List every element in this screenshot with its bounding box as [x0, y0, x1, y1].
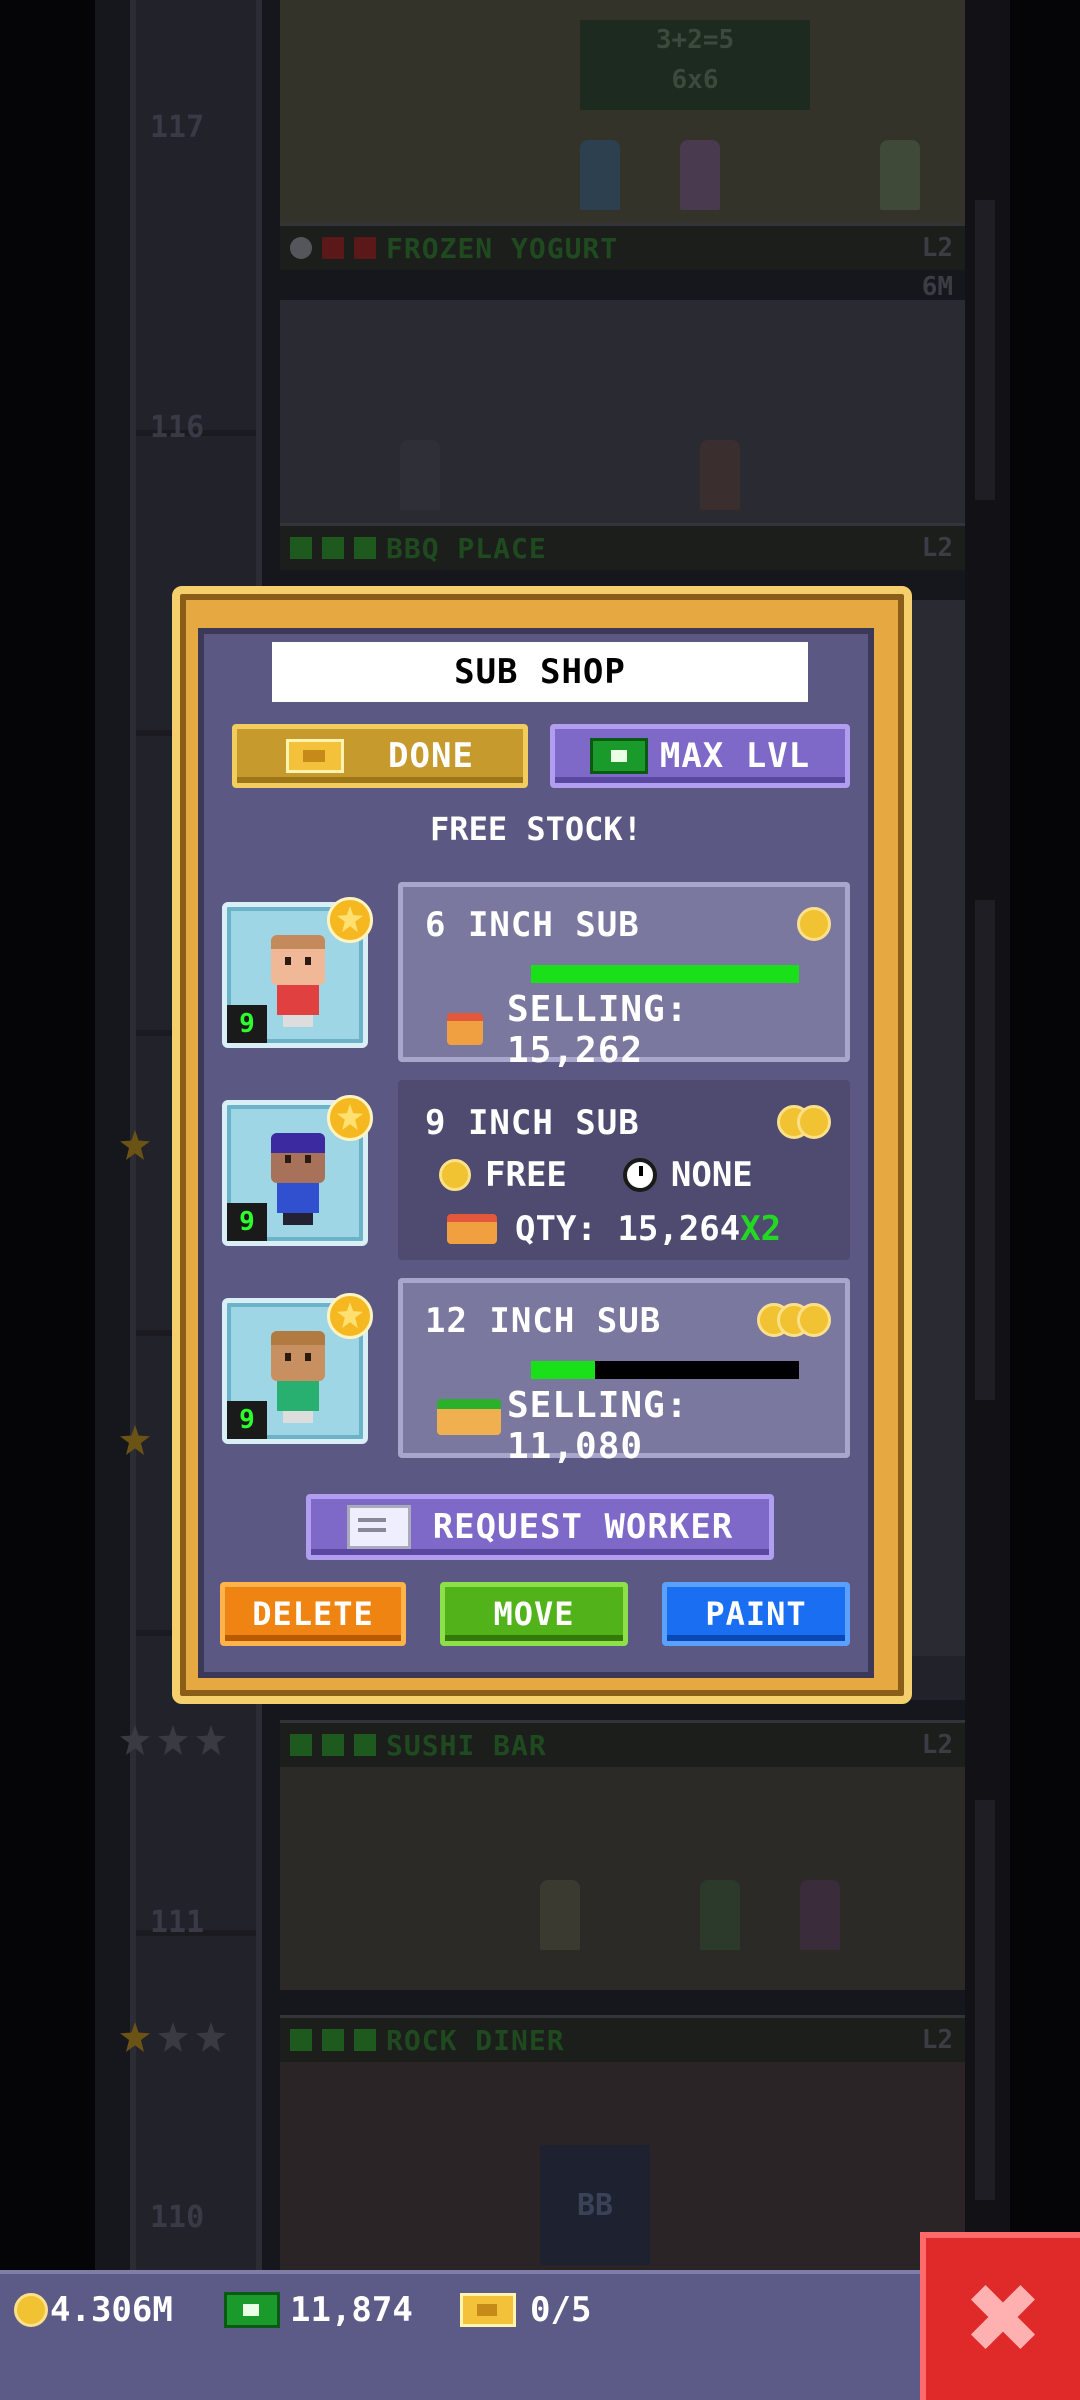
floor-level: L2 — [921, 1730, 953, 1760]
stock-item-9-inch-sub[interactable]: 9 INCH SUB FREE NONE QTY: 15,264 X2 — [398, 1080, 850, 1260]
worker-slot-3[interactable]: 9 — [222, 1293, 373, 1444]
floor-sushi-bar[interactable]: SUSHI BAR L2 — [280, 1720, 965, 1990]
coin-cost-icon — [757, 1303, 831, 1337]
floor-name: BBQ PLACE — [386, 531, 547, 565]
clock-icon — [290, 237, 312, 259]
tickets-value: 0/5 — [530, 2290, 592, 2330]
stock-time: NONE — [670, 1155, 753, 1195]
request-worker-button[interactable]: REQUEST WORKER — [306, 1494, 774, 1560]
clock-icon — [622, 1158, 657, 1192]
floor-price: 6M — [921, 272, 953, 302]
check-icon — [354, 1734, 376, 1756]
stock-progress-bar — [531, 1361, 799, 1379]
floor-rock-diner[interactable]: ROCK DINER L2 BB — [280, 2015, 965, 2270]
stock-item-6-inch-sub[interactable]: 6 INCH SUB SELLING: 15,262 — [398, 882, 850, 1071]
free-stock-label: FREE STOCK! — [430, 810, 642, 848]
worker-avatar — [271, 1331, 325, 1423]
delete-button[interactable]: DELETE — [220, 1582, 406, 1646]
sub-sandwich-icon — [447, 1013, 483, 1045]
worker-slot-1[interactable]: 9 — [222, 897, 373, 1048]
stock-name: 12 INCH SUB — [425, 1301, 662, 1341]
coins-counter: 4.306M — [14, 2290, 173, 2330]
floor-number: 111 — [150, 1905, 205, 1940]
bux-icon — [589, 738, 648, 774]
dream-job-star-icon — [327, 897, 373, 943]
check-icon — [290, 537, 312, 559]
paint-button[interactable]: PAINT — [662, 1582, 850, 1646]
worker-level: 9 — [227, 1005, 267, 1043]
sub-sandwich-icon — [437, 1399, 501, 1435]
dream-job-star-icon — [327, 1095, 373, 1141]
floor-name: FROZEN YOGURT — [386, 231, 619, 265]
stock-multiplier: X2 — [740, 1209, 782, 1249]
floor-number: 110 — [150, 2200, 205, 2235]
stock-cost: FREE — [485, 1155, 567, 1195]
floor-stars — [120, 1130, 150, 1160]
x-mark-icon — [354, 237, 376, 259]
dream-job-star-icon — [327, 1293, 373, 1339]
stock-item-12-inch-sub[interactable]: 12 INCH SUB SELLING: 11,080 — [398, 1278, 850, 1467]
chalkboard: 3+2=5 6x6 — [580, 20, 810, 110]
worker-avatar — [271, 935, 325, 1027]
floor-name: ROCK DINER — [386, 2023, 565, 2057]
coin-cost-icon — [797, 907, 831, 941]
coins-value: 4.306M — [50, 2290, 173, 2330]
stock-progress-bar — [531, 965, 799, 983]
floor-stars — [120, 1725, 226, 1755]
check-icon — [322, 2029, 344, 2051]
selling-count: SELLING: 11,080 — [507, 1385, 689, 1467]
close-icon: ✖ — [962, 2263, 1044, 2375]
worker-level: 9 — [227, 1203, 267, 1241]
check-icon — [354, 537, 376, 559]
floor-level: L2 — [921, 233, 953, 263]
stock-name: 6 INCH SUB — [425, 905, 640, 945]
bux-value: 11,874 — [290, 2290, 413, 2330]
floor-frozen-yogurt[interactable]: 3+2=5 6x6 FROZEN YOGURT L2 6M — [280, 0, 965, 302]
done-label: DONE — [388, 736, 474, 776]
ticket-icon — [286, 739, 345, 773]
floor-name-input[interactable] — [272, 642, 808, 702]
check-icon — [322, 537, 344, 559]
floor-stars — [120, 2022, 226, 2052]
bux-counter: 11,874 — [224, 2290, 413, 2330]
diner-sign: BB — [540, 2145, 650, 2265]
worker-level: 9 — [227, 1401, 267, 1439]
selling-count: SELLING: 15,262 — [507, 989, 689, 1071]
coin-cost-icon — [777, 1105, 831, 1139]
floor-number: 116 — [150, 410, 205, 445]
bux-icon — [224, 2292, 280, 2328]
stock-quantity: QTY: 15,264 — [515, 1209, 741, 1249]
check-icon — [290, 1734, 312, 1756]
floor-number: 117 — [150, 110, 205, 145]
stock-name: 9 INCH SUB — [425, 1103, 640, 1143]
tickets-counter: 0/5 — [460, 2290, 591, 2330]
max-level-label: MAX LVL — [659, 736, 811, 776]
floor-name: SUSHI BAR — [386, 1728, 547, 1762]
stock-progress-fill — [531, 1361, 596, 1379]
ticket-icon — [460, 2293, 516, 2327]
letter-icon — [346, 1505, 411, 1549]
request-worker-label: REQUEST WORKER — [432, 1507, 734, 1547]
floor-bbq-place[interactable]: BBQ PLACE L2 — [280, 300, 965, 570]
done-button[interactable]: DONE — [232, 724, 528, 788]
coin-icon — [439, 1159, 471, 1191]
worker-avatar — [271, 1133, 325, 1225]
max-level-button[interactable]: MAX LVL — [550, 724, 850, 788]
coin-icon — [14, 2293, 48, 2327]
floor-stars — [120, 1425, 150, 1455]
stock-progress-fill — [531, 965, 799, 983]
check-icon — [290, 2029, 312, 2051]
x-mark-icon — [322, 237, 344, 259]
floor-level: L2 — [921, 2025, 953, 2055]
check-icon — [354, 2029, 376, 2051]
close-button[interactable]: ✖ — [920, 2232, 1080, 2400]
sub-sandwich-icon — [447, 1214, 497, 1244]
floor-level: L2 — [921, 533, 953, 563]
check-icon — [322, 1734, 344, 1756]
move-button[interactable]: MOVE — [440, 1582, 628, 1646]
worker-slot-2[interactable]: 9 — [222, 1095, 373, 1246]
